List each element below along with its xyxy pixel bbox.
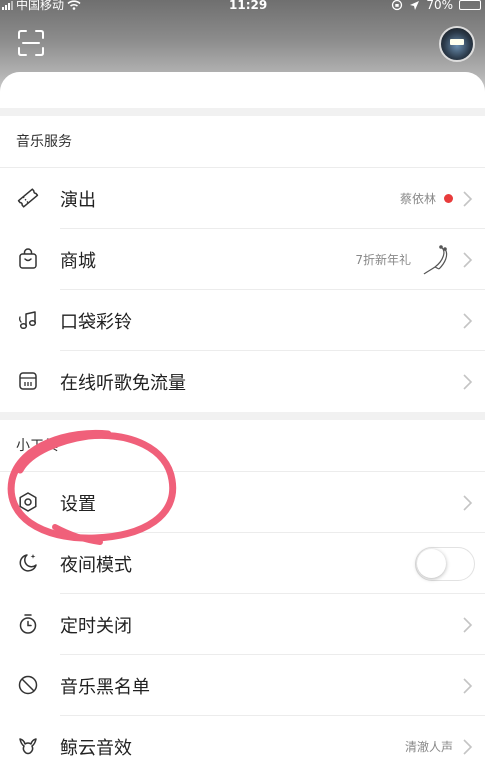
menu-item-label: 商城 <box>60 250 96 272</box>
chevron-right-icon <box>459 616 475 634</box>
battery-icon <box>459 0 481 10</box>
red-dot-badge <box>444 194 453 203</box>
music-note-icon <box>16 308 40 332</box>
user-avatar[interactable] <box>439 26 475 62</box>
top-bar <box>0 20 485 72</box>
menu-item-extra: 7折新年礼 <box>355 243 453 277</box>
section-divider <box>0 108 485 116</box>
chevron-right-icon <box>459 494 475 512</box>
menu-item-music-blacklist[interactable]: 音乐黑名单 <box>0 655 485 716</box>
status-left: 中国移动 <box>2 0 81 12</box>
clock: 11:29 <box>229 0 268 12</box>
chevron-right-icon <box>459 373 475 391</box>
menu-item-sleep-timer[interactable]: 定时关闭 <box>0 594 485 655</box>
menu-item-night-mode[interactable]: 夜间模式 <box>0 533 485 594</box>
music-services-section: 音乐服务 演出 蔡依林 商城 7折新年礼 口袋彩铃 在线听歌免流量 <box>0 116 485 412</box>
menu-item-label: 在线听歌免流量 <box>60 372 186 394</box>
section-title: 音乐服务 <box>0 116 485 168</box>
ticket-icon <box>16 186 40 210</box>
location-icon <box>410 0 420 10</box>
timer-icon <box>16 612 40 636</box>
menu-item-label: 口袋彩铃 <box>60 311 132 333</box>
shopping-bag-icon <box>16 247 40 271</box>
scan-icon <box>18 30 44 56</box>
status-bar: 中国移动 11:29 70% <box>0 0 485 14</box>
rotation-lock-icon <box>392 0 403 11</box>
sheet-header-area <box>0 72 485 108</box>
night-mode-toggle[interactable] <box>415 547 475 581</box>
menu-item-label: 夜间模式 <box>60 554 132 576</box>
block-icon <box>16 673 40 697</box>
signal-icon <box>2 0 13 10</box>
menu-item-settings[interactable]: 设置 <box>0 472 485 533</box>
chevron-right-icon <box>459 251 475 269</box>
carrier-label: 中国移动 <box>16 0 65 12</box>
menu-item-label: 演出 <box>60 189 96 211</box>
artist-name: 蔡依林 <box>399 192 436 206</box>
settings-icon <box>16 490 40 514</box>
sound-effect-value: 清澈人声 <box>404 740 453 754</box>
menu-item-label: 定时关闭 <box>60 615 132 637</box>
menu-item-extra: 蔡依林 <box>400 190 453 207</box>
moon-icon <box>16 551 40 575</box>
menu-item-label: 鲸云音效 <box>60 737 132 759</box>
chevron-right-icon <box>459 312 475 330</box>
chevron-right-icon <box>459 677 475 695</box>
chevron-right-icon <box>459 190 475 208</box>
menu-item-performance[interactable]: 演出 蔡依林 <box>0 168 485 229</box>
wifi-icon <box>67 0 81 10</box>
scan-button[interactable] <box>16 28 46 58</box>
toggle-knob <box>417 549 446 578</box>
status-right: 70% <box>391 0 481 12</box>
section-title: 小工具 <box>0 420 485 472</box>
battery-percent: 70% <box>426 0 453 12</box>
menu-item-pocket-ringtone[interactable]: 口袋彩铃 <box>0 290 485 351</box>
whale-icon <box>16 734 40 758</box>
section-divider <box>0 412 485 420</box>
menu-item-extra: 清澈人声 <box>405 738 453 755</box>
menu-sheet: 音乐服务 演出 蔡依林 商城 7折新年礼 口袋彩铃 在线听歌免流量 小工具 设置… <box>0 72 485 770</box>
menu-item-label: 音乐黑名单 <box>60 676 150 698</box>
sim-card-icon <box>16 369 40 393</box>
tools-section: 小工具 设置 夜间模式 定时关闭 音乐黑名单 鲸云音效 清澈人声 <box>0 420 485 770</box>
chevron-right-icon <box>459 738 475 756</box>
promo-text: 7折新年礼 <box>355 253 411 267</box>
menu-item-mall[interactable]: 商城 7折新年礼 <box>0 229 485 290</box>
menu-item-free-data[interactable]: 在线听歌免流量 <box>0 351 485 412</box>
earphone-product-image <box>423 244 448 274</box>
menu-item-label: 设置 <box>60 493 96 515</box>
menu-item-whale-sound-effect[interactable]: 鲸云音效 清澈人声 <box>0 716 485 770</box>
